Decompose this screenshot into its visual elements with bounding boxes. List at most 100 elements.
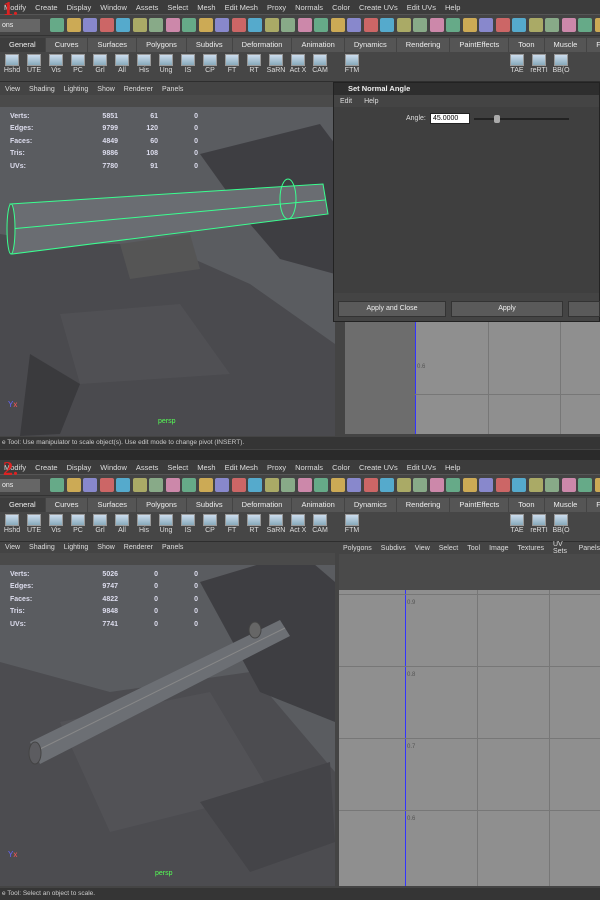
- shelf-button-bb-o[interactable]: BB(O: [549, 514, 573, 540]
- shelf-button-grl[interactable]: Grl: [88, 514, 112, 540]
- shelf-button-is[interactable]: IS: [176, 514, 200, 540]
- toolbar-icon[interactable]: [495, 478, 510, 492]
- menu-assets[interactable]: Assets: [136, 3, 159, 12]
- shelf-button-pc[interactable]: PC: [66, 514, 90, 540]
- close-button[interactable]: [568, 301, 600, 317]
- toolbar-icon[interactable]: [198, 478, 213, 492]
- shelf-button-ute[interactable]: UTE: [22, 54, 46, 80]
- toolbar-icon[interactable]: [561, 478, 576, 492]
- shelf-tab-painteffects[interactable]: PaintEffects: [450, 498, 510, 512]
- toolbar-icon[interactable]: [545, 478, 559, 492]
- shelf-button-ftm[interactable]: FTM: [340, 54, 364, 80]
- shelf-button-rt[interactable]: RT: [242, 514, 266, 540]
- toolbar-icon[interactable]: [281, 18, 295, 32]
- shelf-button-sarn[interactable]: SaRN: [264, 54, 288, 80]
- toolbar-icon[interactable]: [231, 478, 246, 492]
- toolbar-icon[interactable]: [380, 18, 394, 32]
- toolbar-icon[interactable]: [231, 18, 246, 32]
- menu-assets[interactable]: Assets: [136, 463, 159, 472]
- toolbar-icon[interactable]: [149, 18, 163, 32]
- shelf-button-cam[interactable]: CAM: [308, 54, 332, 80]
- menu-proxy[interactable]: Proxy: [267, 463, 286, 472]
- toolbar-icon[interactable]: [545, 18, 559, 32]
- shelf-tab-toon[interactable]: Toon: [509, 498, 545, 512]
- menu-edit-mesh[interactable]: Edit Mesh: [225, 463, 258, 472]
- shelf-button-act-x[interactable]: Act X: [286, 514, 310, 540]
- dialog-menu-help[interactable]: Help: [364, 98, 378, 105]
- shelf-button-ute[interactable]: UTE: [22, 514, 46, 540]
- shelf-button-hshd[interactable]: Hshd: [0, 514, 24, 540]
- menu-create-uvs[interactable]: Create UVs: [359, 463, 398, 472]
- toolbar-icon[interactable]: [347, 478, 361, 492]
- angle-slider[interactable]: [474, 115, 569, 123]
- toolbar-icon[interactable]: [446, 18, 460, 32]
- toolbar-icon[interactable]: [396, 18, 411, 32]
- viewport-menu-view[interactable]: View: [5, 544, 20, 551]
- viewport-menu-panels[interactable]: Panels: [162, 544, 183, 551]
- shelf-button-cam[interactable]: CAM: [308, 514, 332, 540]
- viewport-menu-renderer[interactable]: Renderer: [124, 544, 153, 551]
- menu-display[interactable]: Display: [67, 3, 92, 12]
- toolbar-icon[interactable]: [330, 18, 345, 32]
- shelf-tab-animation[interactable]: Animation: [292, 498, 345, 512]
- toolbar-icon[interactable]: [149, 478, 163, 492]
- menu-edit-mesh[interactable]: Edit Mesh: [225, 3, 258, 12]
- viewport-menu-panels[interactable]: Panels: [162, 86, 183, 93]
- menu-select[interactable]: Select: [167, 3, 188, 12]
- toolbar-icon[interactable]: [215, 18, 229, 32]
- toolbar-icon[interactable]: [99, 18, 114, 32]
- shelf-tab-painteffects[interactable]: PaintEffects: [450, 38, 510, 52]
- toolbar-icon[interactable]: [182, 478, 196, 492]
- shelf-tab-animation[interactable]: Animation: [292, 38, 345, 52]
- toolbar-icon[interactable]: [347, 18, 361, 32]
- dialog-menu-edit[interactable]: Edit: [340, 98, 352, 105]
- menu-normals[interactable]: Normals: [295, 3, 323, 12]
- uv-menu-polygons[interactable]: Polygons: [343, 545, 372, 552]
- menu-edit-uvs[interactable]: Edit UVs: [407, 463, 436, 472]
- viewport-menu-lighting[interactable]: Lighting: [64, 86, 89, 93]
- uv-menu-tool[interactable]: Tool: [467, 545, 480, 552]
- menu-help[interactable]: Help: [445, 3, 460, 12]
- viewport-3d[interactable]: View Shading Lighting Show Renderer Panels Ve…: [0, 542, 335, 886]
- shelf-button-ung[interactable]: Ung: [154, 54, 178, 80]
- toolbar-icon[interactable]: [132, 18, 147, 32]
- uv-editor-view[interactable]: 0.6: [345, 322, 600, 434]
- shelf-button-tae[interactable]: TAE: [505, 54, 529, 80]
- shelf-tab-surfaces[interactable]: Surfaces: [88, 38, 138, 52]
- menu-window[interactable]: Window: [100, 463, 127, 472]
- uv-menu-textures[interactable]: Textures: [518, 545, 544, 552]
- shelf-button-rt[interactable]: RT: [242, 54, 266, 80]
- uv-menu-panels[interactable]: Panels: [579, 545, 600, 552]
- toolbar-icon[interactable]: [413, 18, 427, 32]
- toolbar-icon[interactable]: [363, 18, 378, 32]
- toolbar-icon[interactable]: [314, 18, 328, 32]
- toolbar-icon[interactable]: [132, 478, 147, 492]
- toolbar-icon[interactable]: [561, 18, 576, 32]
- toolbar-icon[interactable]: [248, 18, 262, 32]
- shelf-button-cp[interactable]: CP: [198, 54, 222, 80]
- shelf-button-all[interactable]: All: [110, 54, 134, 80]
- menu-mesh[interactable]: Mesh: [197, 463, 215, 472]
- uv-menu-image[interactable]: Image: [489, 545, 508, 552]
- viewport-menu-show[interactable]: Show: [97, 86, 115, 93]
- shelf-tab-surfaces[interactable]: Surfaces: [88, 498, 138, 512]
- menu-color[interactable]: Color: [332, 463, 350, 472]
- shelf-button-act-x[interactable]: Act X: [286, 54, 310, 80]
- shelf-tab-general[interactable]: General: [0, 38, 46, 52]
- uv-menu-select[interactable]: Select: [439, 545, 458, 552]
- toolbar-icon[interactable]: [479, 18, 493, 32]
- apply-button[interactable]: Apply: [451, 301, 563, 317]
- shelf-tab-subdivs[interactable]: Subdivs: [187, 38, 233, 52]
- shelf-tab-deformation[interactable]: Deformation: [233, 38, 293, 52]
- shelf-button-all[interactable]: All: [110, 514, 134, 540]
- toolbar-icon[interactable]: [512, 18, 526, 32]
- shelf-button-sarn[interactable]: SaRN: [264, 514, 288, 540]
- toolbar-icon[interactable]: [165, 18, 180, 32]
- apply-and-close-button[interactable]: Apply and Close: [338, 301, 446, 317]
- toolbar-icon[interactable]: [66, 478, 81, 492]
- shelf-tab-dynamics[interactable]: Dynamics: [345, 498, 397, 512]
- toolbar-icon[interactable]: [330, 478, 345, 492]
- toolbar-icon[interactable]: [396, 478, 411, 492]
- toolbar-icon[interactable]: [264, 18, 279, 32]
- menu-window[interactable]: Window: [100, 3, 127, 12]
